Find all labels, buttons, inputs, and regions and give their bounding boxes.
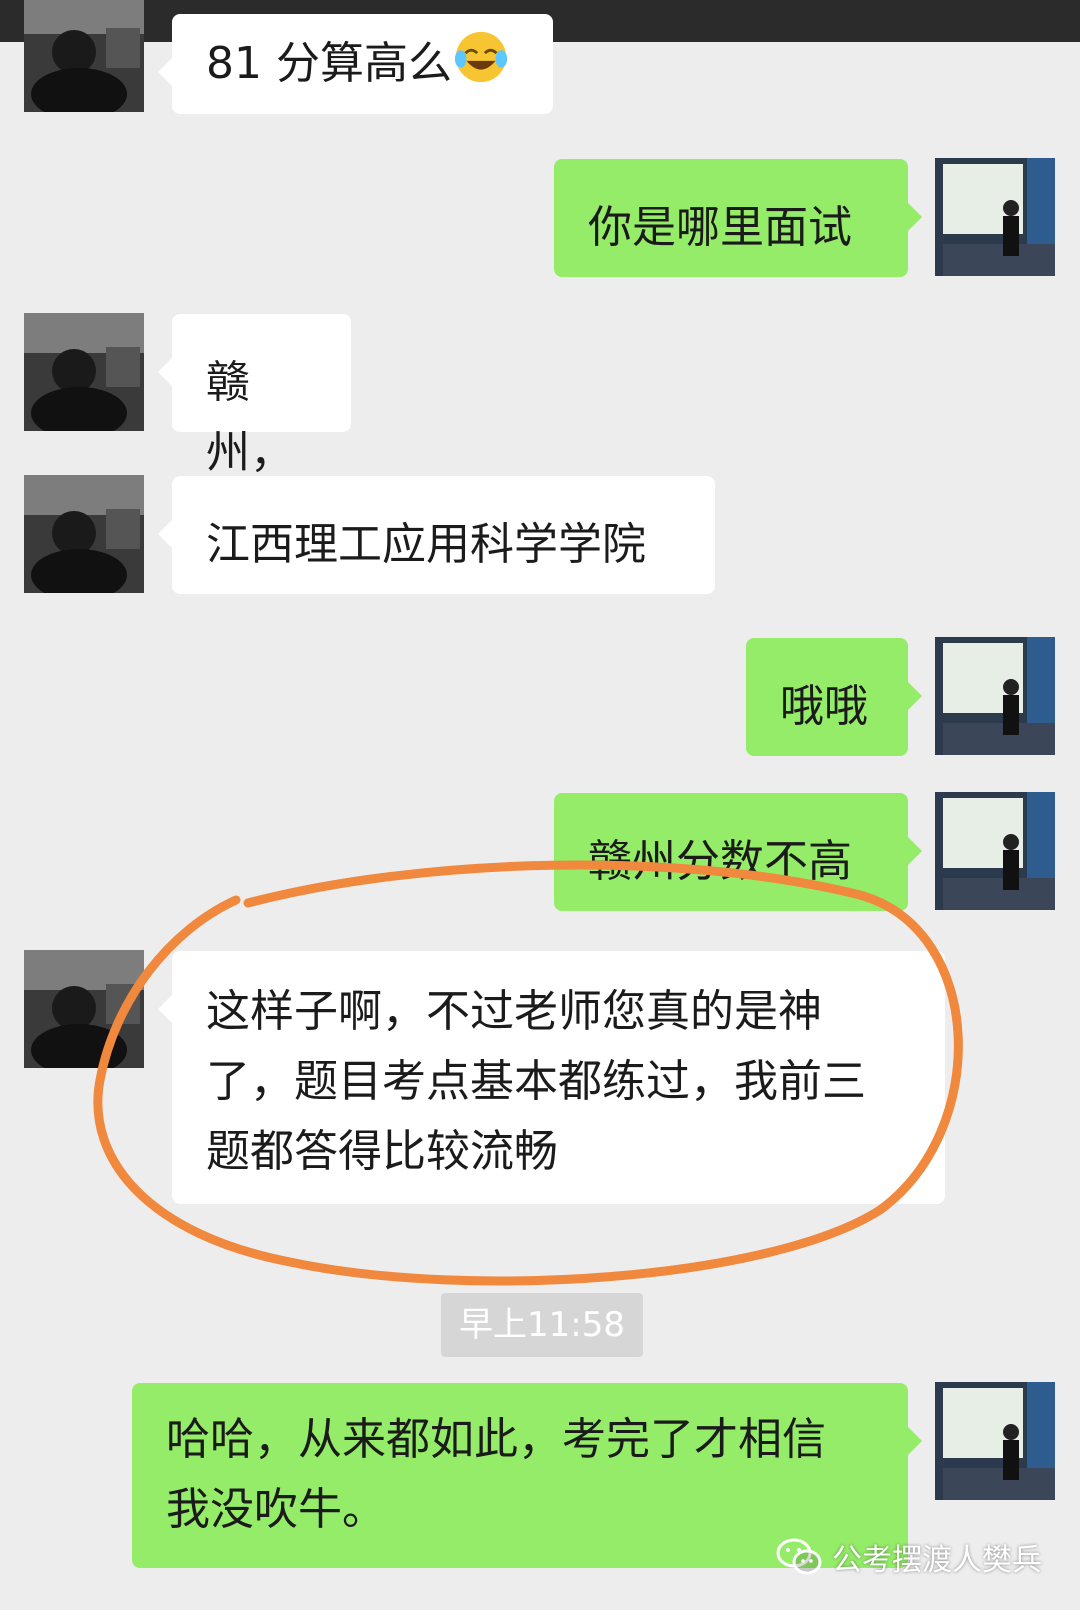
message-bubble[interactable]: 你是哪里面试: [554, 159, 922, 277]
message-text: 哈哈，从来都如此，考完了才相信 我没吹牛。: [166, 1414, 826, 1535]
message-text: 哦哦: [780, 681, 868, 732]
message-bubble[interactable]: 江西理工应用科学学院: [158, 476, 715, 594]
wechat-icon: [776, 1538, 822, 1575]
self-avatar[interactable]: [935, 792, 1055, 910]
timestamp: 早上11:58: [441, 1293, 643, 1357]
self-avatar[interactable]: [935, 637, 1055, 755]
watermark-text: 公考摆渡人樊兵: [832, 1543, 1042, 1578]
contact-avatar[interactable]: [24, 475, 144, 593]
message-bubble[interactable]: 赣州，: [158, 314, 351, 478]
message-text: 你是哪里面试: [588, 202, 852, 253]
contact-avatar[interactable]: [24, 313, 144, 431]
message-bubble[interactable]: 这样子啊，不过老师您真的是神 了，题目考点基本都练过，我前三 题都答得比较流畅: [158, 951, 945, 1204]
contact-avatar[interactable]: [24, 950, 144, 1068]
message-text: 这样子啊，不过老师您真的是神 了，题目考点基本都练过，我前三 题都答得比较流畅: [206, 986, 866, 1177]
message-bubble[interactable]: 赣州分数不高: [554, 793, 922, 911]
annotation-circle: [93, 860, 963, 1286]
watermark: 公考摆渡人樊兵: [776, 1535, 1042, 1579]
message-text: 江西理工应用科学学院: [206, 519, 646, 570]
message-bubble[interactable]: 哦哦: [746, 638, 922, 756]
message-text: 赣州分数不高: [588, 836, 852, 887]
tears-of-joy-emoji-icon: [454, 31, 508, 83]
self-avatar[interactable]: [935, 158, 1055, 276]
message-text: 赣州，: [206, 357, 294, 478]
self-avatar[interactable]: [935, 1382, 1055, 1500]
message-bubble[interactable]: 81 分算高么: [158, 14, 553, 114]
contact-avatar[interactable]: [24, 0, 144, 112]
message-text: 81 分算高么: [206, 38, 452, 89]
